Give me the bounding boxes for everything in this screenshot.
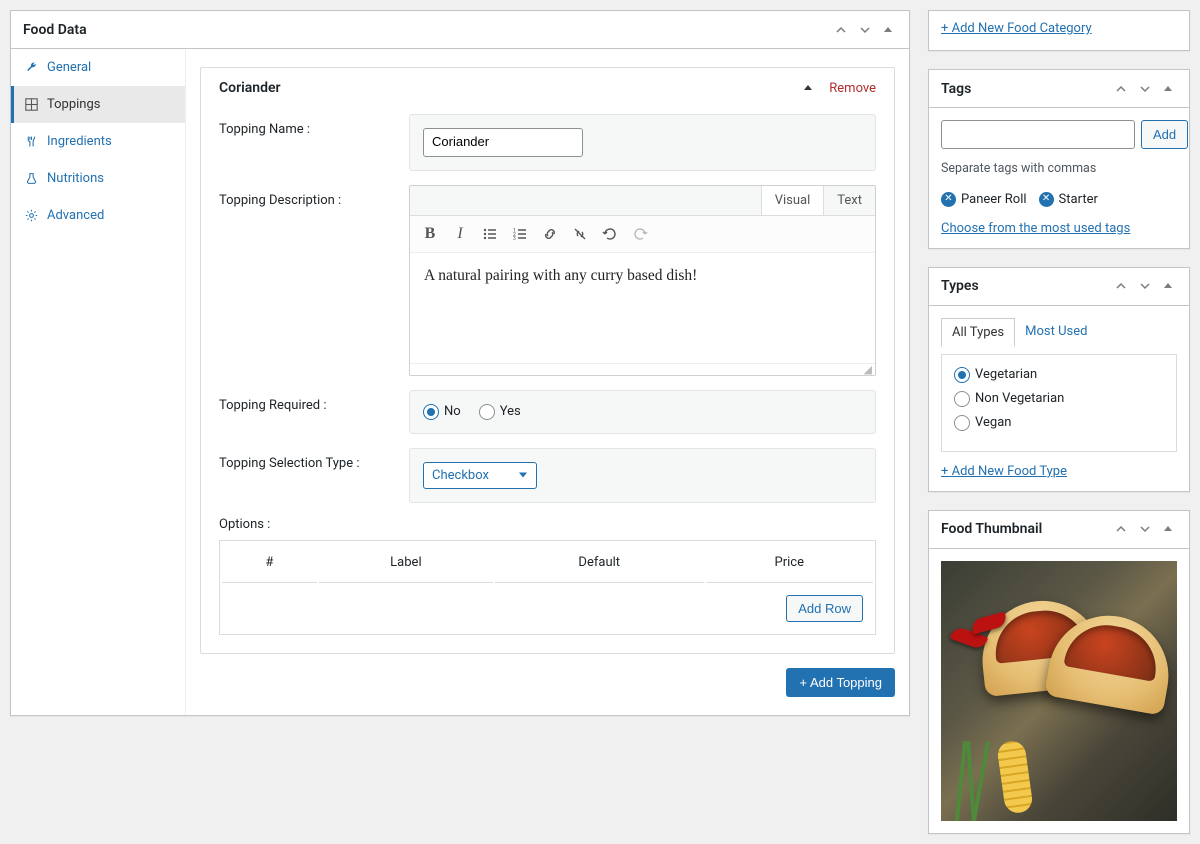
tag-item: ✕ Paneer Roll	[941, 192, 1027, 207]
remove-topping-link[interactable]: Remove	[829, 81, 876, 96]
remove-tag-icon[interactable]: ✕	[941, 192, 956, 207]
tab-label: General	[47, 60, 91, 75]
tab-label: Nutritions	[47, 171, 104, 186]
panel-move-down-icon[interactable]	[855, 22, 875, 38]
radio-required-yes[interactable]: Yes	[479, 404, 521, 420]
add-row-button[interactable]: Add Row	[786, 595, 863, 622]
numbered-list-icon[interactable]: 123	[506, 220, 534, 248]
topping-required-label: Topping Required :	[219, 390, 395, 413]
tags-input[interactable]	[941, 120, 1135, 149]
col-label: Label	[319, 543, 493, 583]
topping-item: Coriander Remove Topping Name :	[200, 67, 895, 654]
thumbnail-panel: Food Thumbnail	[928, 510, 1190, 834]
add-tag-button[interactable]: Add	[1141, 120, 1188, 149]
panel-move-down-icon[interactable]	[1135, 278, 1155, 294]
topping-name-input[interactable]	[423, 128, 583, 157]
choose-tags-link[interactable]: Choose from the most used tags	[941, 221, 1130, 236]
italic-icon[interactable]: I	[446, 220, 474, 248]
types-title: Types	[941, 278, 979, 294]
panel-collapse-icon[interactable]	[1159, 81, 1177, 97]
panel-move-down-icon[interactable]	[1135, 521, 1155, 537]
type-option-non-vegetarian[interactable]: Non Vegetarian	[954, 391, 1164, 407]
tab-nutritions[interactable]: Nutritions	[11, 160, 185, 197]
col-hash: #	[222, 543, 317, 583]
tags-hint: Separate tags with commas	[941, 161, 1177, 176]
selection-type-label: Topping Selection Type :	[219, 448, 395, 471]
grid-icon	[25, 98, 39, 111]
side-tabs: General Toppings Ingredients Nutritions	[11, 49, 186, 715]
types-panel: Types All Types Most Used Vegetarian Non…	[928, 267, 1190, 492]
panel-move-down-icon[interactable]	[1135, 81, 1155, 97]
bullet-list-icon[interactable]	[476, 220, 504, 248]
tab-ingredients[interactable]: Ingredients	[11, 123, 185, 160]
topping-title: Coriander	[219, 80, 281, 96]
add-food-category-link[interactable]: + Add New Food Category	[941, 21, 1092, 36]
beaker-icon	[25, 172, 39, 185]
remove-tag-icon[interactable]: ✕	[1039, 192, 1054, 207]
editor-tab-visual[interactable]: Visual	[761, 186, 824, 215]
food-thumbnail-image[interactable]	[941, 561, 1177, 821]
tag-label: Paneer Roll	[961, 192, 1027, 207]
add-category-panel: + Add New Food Category	[928, 10, 1190, 51]
panel-move-up-icon[interactable]	[1111, 521, 1131, 537]
tag-label: Starter	[1059, 192, 1098, 207]
tab-label: Advanced	[47, 208, 104, 223]
bold-icon[interactable]: B	[416, 220, 444, 248]
resize-grip-icon[interactable]: ◢	[410, 363, 875, 375]
description-content[interactable]: A natural pairing with any curry based d…	[410, 253, 875, 363]
thumbnail-title: Food Thumbnail	[941, 521, 1042, 537]
tags-title: Tags	[941, 81, 971, 97]
undo-icon[interactable]	[596, 220, 624, 248]
editor-tab-text[interactable]: Text	[823, 186, 875, 215]
description-editor: Visual Text B I 123	[409, 185, 876, 376]
radio-required-no[interactable]: No	[423, 404, 461, 420]
options-table: # Label Default Price Add Row	[219, 540, 876, 635]
panel-collapse-icon[interactable]	[879, 22, 897, 38]
redo-icon[interactable]	[626, 220, 654, 248]
tab-label: Toppings	[47, 97, 101, 112]
collapse-topping-icon[interactable]	[799, 81, 817, 95]
food-data-title: Food Data	[23, 22, 87, 38]
fork-icon	[25, 135, 39, 148]
gear-icon	[25, 209, 39, 222]
unlink-icon[interactable]	[566, 220, 594, 248]
types-tab-most-used[interactable]: Most Used	[1015, 318, 1097, 347]
tab-label: Ingredients	[47, 134, 112, 149]
tab-toppings[interactable]: Toppings	[11, 86, 185, 123]
food-data-panel: Food Data General Toppings	[10, 10, 910, 716]
panel-move-up-icon[interactable]	[1111, 278, 1131, 294]
type-option-vegan[interactable]: Vegan	[954, 415, 1164, 431]
tags-panel: Tags Add Separate tags with commas ✕ Pan…	[928, 69, 1190, 249]
tag-item: ✕ Starter	[1039, 192, 1098, 207]
wrench-icon	[25, 61, 39, 74]
tab-general[interactable]: General	[11, 49, 185, 86]
add-food-type-link[interactable]: + Add New Food Type	[941, 464, 1067, 479]
svg-text:3: 3	[513, 236, 516, 242]
type-option-vegetarian[interactable]: Vegetarian	[954, 367, 1164, 383]
panel-collapse-icon[interactable]	[1159, 521, 1177, 537]
add-topping-button[interactable]: + Add Topping	[786, 668, 895, 697]
link-icon[interactable]	[536, 220, 564, 248]
col-default: Default	[495, 543, 704, 583]
panel-collapse-icon[interactable]	[1159, 278, 1177, 294]
topping-name-label: Topping Name :	[219, 114, 395, 137]
topping-description-label: Topping Description :	[219, 185, 395, 208]
options-label: Options :	[219, 517, 876, 532]
tab-advanced[interactable]: Advanced	[11, 197, 185, 234]
panel-move-up-icon[interactable]	[1111, 81, 1131, 97]
panel-move-up-icon[interactable]	[831, 22, 851, 38]
col-price: Price	[706, 543, 873, 583]
types-tab-all[interactable]: All Types	[941, 318, 1015, 347]
selection-type-select[interactable]: Checkbox	[423, 462, 537, 489]
